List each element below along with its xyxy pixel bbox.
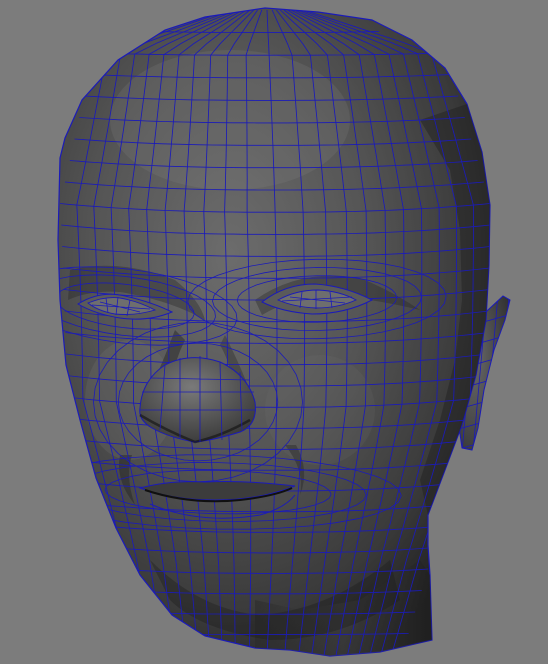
viewport-scene[interactable] xyxy=(0,0,548,664)
head-mesh[interactable] xyxy=(13,7,491,657)
3d-viewport[interactable] xyxy=(0,0,548,664)
